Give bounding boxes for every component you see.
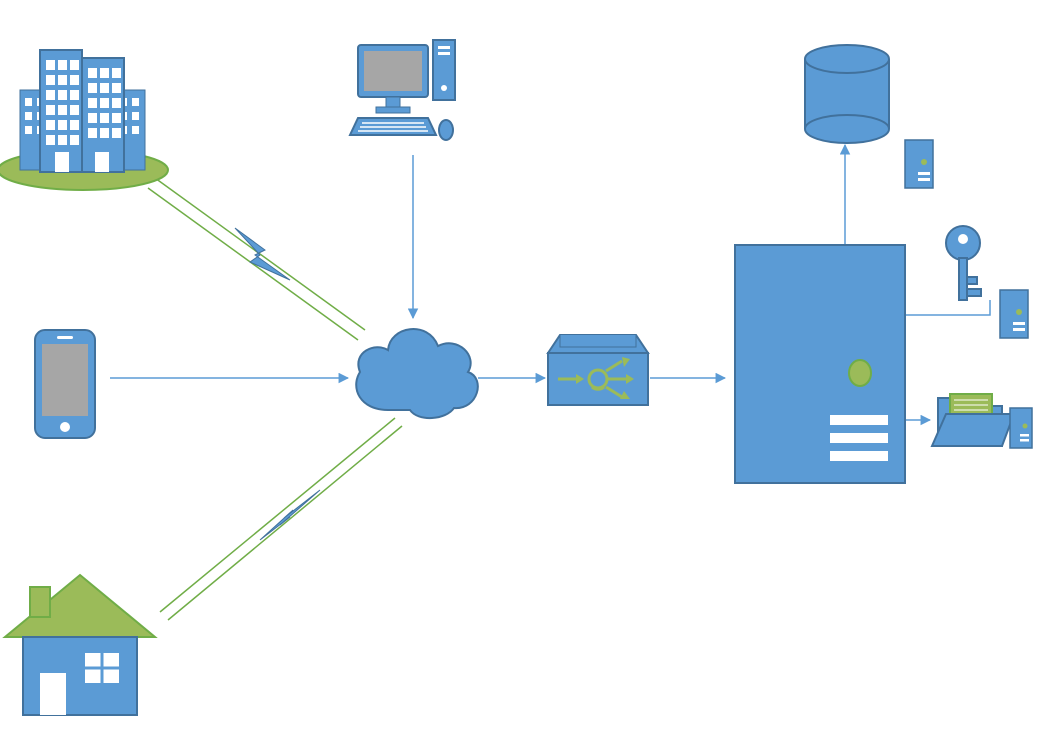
lightning-icon — [260, 490, 320, 540]
smartphone-icon — [35, 330, 95, 438]
house-icon — [5, 575, 155, 715]
connector-office-cloud — [148, 178, 365, 340]
small-server-icon — [905, 140, 933, 188]
connector-server-key — [905, 300, 990, 315]
desktop-computer-icon — [350, 40, 455, 140]
lightning-icon — [235, 228, 290, 280]
router-icon — [548, 335, 648, 405]
small-server-icon — [1000, 290, 1028, 338]
server-tower-icon — [735, 245, 905, 483]
folder-open-icon — [932, 394, 1014, 446]
key-icon — [946, 226, 981, 300]
connector-house-cloud — [160, 418, 402, 620]
small-server-icon — [1010, 408, 1032, 448]
office-building-icon — [0, 50, 168, 190]
cloud-icon — [356, 329, 478, 418]
database-cylinder-icon — [805, 45, 889, 143]
